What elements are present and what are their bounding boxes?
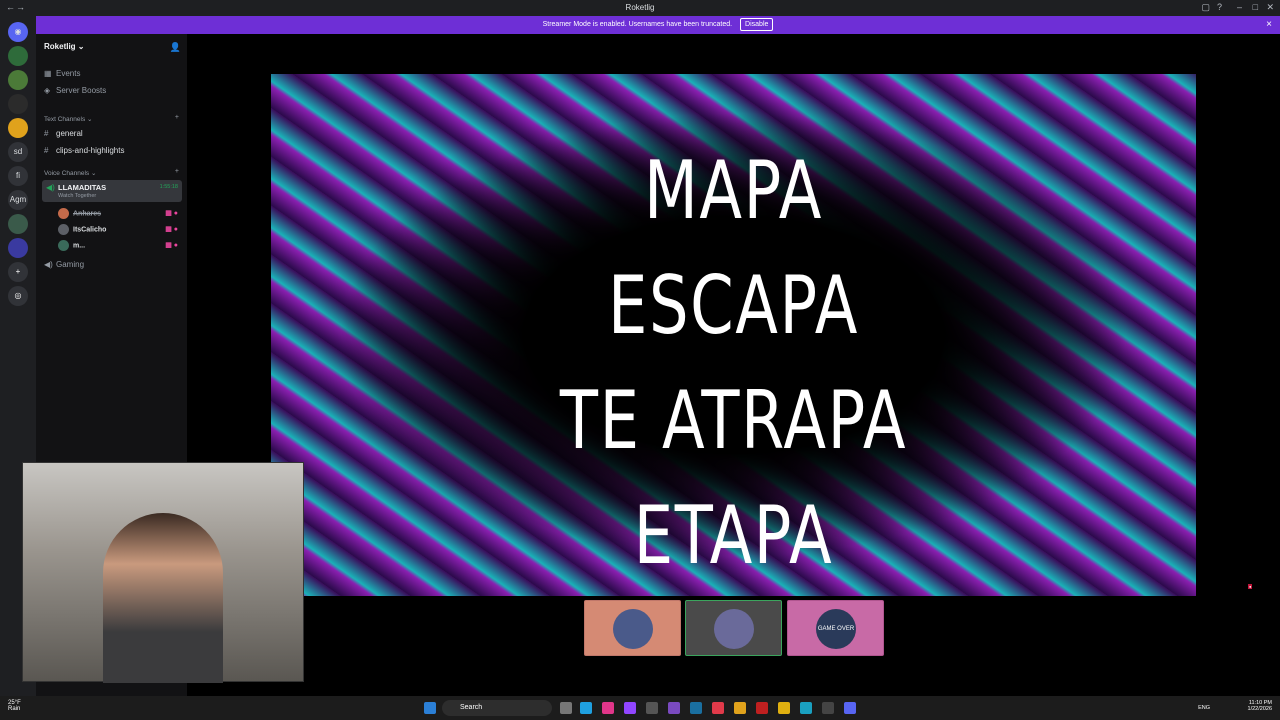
guild-icon[interactable]	[8, 94, 28, 114]
voice-member[interactable]: m... ▦ ●	[58, 240, 182, 251]
avatar	[613, 609, 653, 649]
maximize-icon[interactable]: □	[1253, 2, 1258, 12]
guild-icon[interactable]	[8, 238, 28, 258]
language-indicator[interactable]: ENG	[1198, 705, 1210, 711]
activity-icons: ▦ ●	[165, 242, 178, 249]
nav-events[interactable]: ▦ Events	[44, 69, 80, 78]
app-icon[interactable]	[602, 702, 614, 714]
guild-agm[interactable]: Agm	[8, 190, 28, 210]
app-icon[interactable]	[646, 702, 658, 714]
hash-icon: #	[44, 129, 49, 138]
voice-channel-gaming[interactable]: ◀) Gaming	[44, 260, 84, 269]
add-member-icon[interactable]: 👤	[170, 42, 181, 53]
forward-icon[interactable]: →	[16, 2, 25, 12]
guild-sd[interactable]: sd	[8, 142, 28, 162]
discover-icon[interactable]: ◎	[8, 286, 28, 306]
main-stage-area: MAPA ESCAPA TE ATRAPA ETAPA GAME OVER	[187, 34, 1280, 696]
app-icon[interactable]	[580, 702, 592, 714]
banner-text: Streamer Mode is enabled. Usernames have…	[542, 21, 733, 28]
voice-channel-name: LLAMADITAS	[58, 183, 107, 192]
participant-tile[interactable]	[584, 600, 681, 656]
avatar	[58, 240, 69, 251]
channel-clips-and-highlights[interactable]: # clips-and-highlights	[44, 146, 182, 155]
help-icon[interactable]: ?	[1217, 2, 1222, 12]
channel-general[interactable]: # general	[44, 129, 182, 138]
streamer-webcam	[103, 513, 223, 683]
activity-icons: ▦ ●	[165, 226, 178, 233]
text-channels-category[interactable]: Text Channels ⌄	[44, 115, 92, 123]
participant-tile[interactable]	[685, 600, 782, 656]
guild-icon[interactable]	[8, 118, 28, 138]
app-icon[interactable]	[668, 702, 680, 714]
hash-icon: #	[44, 146, 49, 155]
guild-fi[interactable]: fi	[8, 166, 28, 186]
activity-icons: ▦ ●	[165, 210, 178, 217]
inbox-icon[interactable]: ▢	[1201, 2, 1210, 13]
server-name[interactable]: Roketlig ⌄	[44, 42, 85, 51]
home-icon[interactable]: ◉	[8, 22, 28, 42]
guild-icon[interactable]	[8, 70, 28, 90]
app-icon[interactable]	[822, 702, 834, 714]
task-view-icon[interactable]	[560, 702, 572, 714]
webcam-overlay	[22, 462, 304, 683]
add-channel-icon[interactable]: +	[175, 114, 179, 121]
guild-icon[interactable]	[8, 46, 28, 66]
voice-member[interactable]: ItsCalicho ▦ ●	[58, 224, 182, 235]
back-icon[interactable]: ←	[6, 2, 15, 12]
shared-video[interactable]: MAPA ESCAPA TE ATRAPA ETAPA	[271, 74, 1196, 596]
streamer-mode-banner: Streamer Mode is enabled. Usernames have…	[36, 16, 1280, 34]
window-titlebar: Roketlig ← → ▢ ? – □ ✕	[0, 0, 1280, 16]
minimize-icon[interactable]: –	[1237, 2, 1242, 12]
avatar: GAME OVER	[816, 609, 856, 649]
folder-icon[interactable]	[734, 702, 746, 714]
chrome-icon[interactable]	[778, 702, 790, 714]
calendar-icon: ▦	[44, 69, 52, 78]
twitch-icon[interactable]	[624, 702, 636, 714]
window-title: Roketlig	[625, 3, 655, 12]
windows-taskbar: 25°F Rain Search ENG 11:10 PM 1/22/2026	[0, 696, 1280, 720]
speaker-icon: ◀)	[44, 260, 53, 269]
start-icon[interactable]	[424, 702, 436, 714]
live-indicator: ●	[1248, 584, 1253, 589]
app-icon[interactable]	[712, 702, 724, 714]
add-voice-channel-icon[interactable]: +	[175, 168, 179, 175]
close-window-icon[interactable]: ✕	[1266, 2, 1274, 13]
voice-channels-category[interactable]: Voice Channels ⌄	[44, 169, 96, 177]
close-banner-icon[interactable]: ×	[1266, 16, 1272, 34]
nav-server-boosts[interactable]: ◈ Server Boosts	[44, 86, 106, 95]
participant-tile[interactable]: GAME OVER	[787, 600, 884, 656]
lyric-line: TE ATRAPA	[559, 374, 908, 467]
steam-icon[interactable]	[690, 702, 702, 714]
voice-channel-llamaditas[interactable]: ◀) LLAMADITAS Watch Together 1:55:18	[42, 180, 182, 202]
avatar	[58, 208, 69, 219]
edge-icon[interactable]	[800, 702, 812, 714]
guild-icon[interactable]	[8, 214, 28, 234]
weather-widget[interactable]: 25°F Rain	[8, 700, 21, 712]
discord-icon[interactable]	[844, 702, 856, 714]
lyric-line: ESCAPA	[608, 259, 859, 352]
avatar	[714, 609, 754, 649]
disable-streamer-mode-button[interactable]: Disable	[740, 18, 774, 31]
lyric-line: MAPA	[643, 144, 824, 237]
avatar	[58, 224, 69, 235]
taskbar-search[interactable]: Search	[442, 700, 552, 716]
voice-timer: 1:55:18	[159, 184, 178, 190]
voice-activity: Watch Together	[58, 193, 97, 199]
lyric-line: ETAPA	[633, 489, 834, 582]
add-server-icon[interactable]: +	[8, 262, 28, 282]
voice-member[interactable]: Anhares ▦ ●	[58, 208, 182, 219]
boost-icon: ◈	[44, 86, 51, 95]
clock[interactable]: 11:10 PM 1/22/2026	[1248, 700, 1272, 712]
speaker-icon: ◀)	[46, 183, 55, 192]
app-icon[interactable]	[756, 702, 768, 714]
